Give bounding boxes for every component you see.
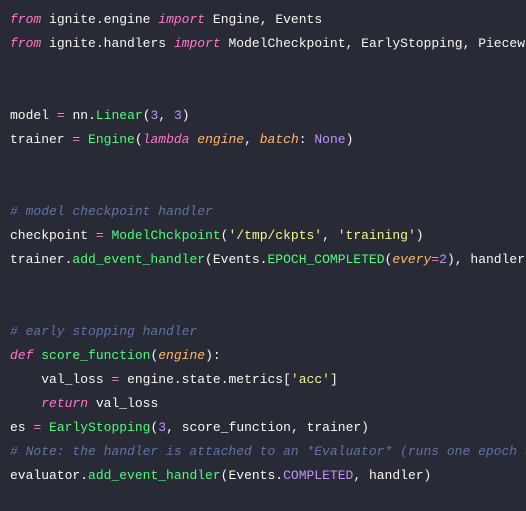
- code-block: from ignite.engine import Engine, Events…: [0, 0, 526, 511]
- param: engine: [158, 348, 205, 363]
- enum-call: EPOCH_COMPLETED: [267, 252, 384, 267]
- class-call: ModelChckpoint: [111, 228, 220, 243]
- identifier: handler: [369, 468, 424, 483]
- identifier: trainer: [10, 132, 65, 147]
- code-line: # model checkpoint handler: [10, 204, 213, 219]
- code-line: def score_function(engine):: [10, 348, 221, 363]
- keyword-from: from: [10, 36, 41, 51]
- import-name: EarlyStopping: [361, 36, 462, 51]
- identifier: val_loss: [96, 396, 158, 411]
- code-line: trainer = Engine(lambda engine, batch: N…: [10, 132, 353, 147]
- identifier: Events: [228, 468, 275, 483]
- code-line: model = nn.Linear(3, 3): [10, 108, 190, 123]
- method-call: add_event_handler: [88, 468, 221, 483]
- number: 3: [174, 108, 182, 123]
- const-none: None: [314, 132, 345, 147]
- method-call: add_event_handler: [72, 252, 205, 267]
- code-line: return val_loss: [10, 396, 158, 411]
- class-call: Engine: [88, 132, 135, 147]
- blank-line: [10, 276, 18, 291]
- identifier: evaluator: [10, 468, 80, 483]
- code-line: from ignite.engine import Engine, Events: [10, 12, 322, 27]
- enum-attr: COMPLETED: [283, 468, 353, 483]
- code-line: from ignite.handlers import ModelCheckpo…: [10, 36, 526, 51]
- keyword-return: return: [41, 396, 88, 411]
- code-line: evaluator.add_event_handler(Events.COMPL…: [10, 468, 431, 483]
- comment: # model checkpoint handler: [10, 204, 213, 219]
- identifier: Events: [213, 252, 260, 267]
- identifier: score_function: [182, 420, 291, 435]
- identifier: model: [10, 108, 49, 123]
- import-name: Piecewi: [478, 36, 526, 51]
- identifier: engine.state.metrics: [127, 372, 283, 387]
- blank-line: [10, 180, 18, 195]
- code-line: # Note: the handler is attached to an *E…: [10, 444, 526, 459]
- number: 3: [158, 420, 166, 435]
- identifier: trainer: [10, 252, 65, 267]
- module-path: ignite.engine: [49, 12, 150, 27]
- function-call: Linear: [96, 108, 143, 123]
- blank-line: [10, 84, 18, 99]
- keyword-import: import: [158, 12, 205, 27]
- identifier: nn: [72, 108, 88, 123]
- code-line: val_loss = engine.state.metrics['acc']: [10, 372, 338, 387]
- keyword-from: from: [10, 12, 41, 27]
- code-line: # early stopping handler: [10, 324, 197, 339]
- class-call: EarlyStopping: [49, 420, 150, 435]
- code-line: checkpoint = ModelChckpoint('/tmp/ckpts'…: [10, 228, 424, 243]
- kwarg-name: every: [392, 252, 431, 267]
- string: 'training': [338, 228, 416, 243]
- import-name: Events: [275, 12, 322, 27]
- blank-line: [10, 60, 18, 75]
- import-name: Engine: [213, 12, 260, 27]
- identifier: val_loss: [41, 372, 103, 387]
- string: '/tmp/ckpts': [228, 228, 322, 243]
- keyword-lambda: lambda: [143, 132, 190, 147]
- module-path: ignite.handlers: [49, 36, 166, 51]
- import-name: ModelCheckpoint: [229, 36, 346, 51]
- identifier: handler: [470, 252, 525, 267]
- param: engine: [197, 132, 244, 147]
- param: batch: [260, 132, 299, 147]
- code-line: trainer.add_event_handler(Events.EPOCH_C…: [10, 252, 526, 267]
- blank-line: [10, 300, 18, 315]
- blank-line: [10, 492, 18, 507]
- identifier: es: [10, 420, 26, 435]
- function-name: score_function: [41, 348, 150, 363]
- code-line: es = EarlyStopping(3, score_function, tr…: [10, 420, 369, 435]
- keyword-import: import: [174, 36, 221, 51]
- identifier: checkpoint: [10, 228, 88, 243]
- identifier: trainer: [307, 420, 362, 435]
- comment: # Note: the handler is attached to an *E…: [10, 444, 526, 459]
- keyword-def: def: [10, 348, 33, 363]
- string: 'acc': [291, 372, 330, 387]
- blank-line: [10, 156, 18, 171]
- number: 2: [439, 252, 447, 267]
- comment: # early stopping handler: [10, 324, 197, 339]
